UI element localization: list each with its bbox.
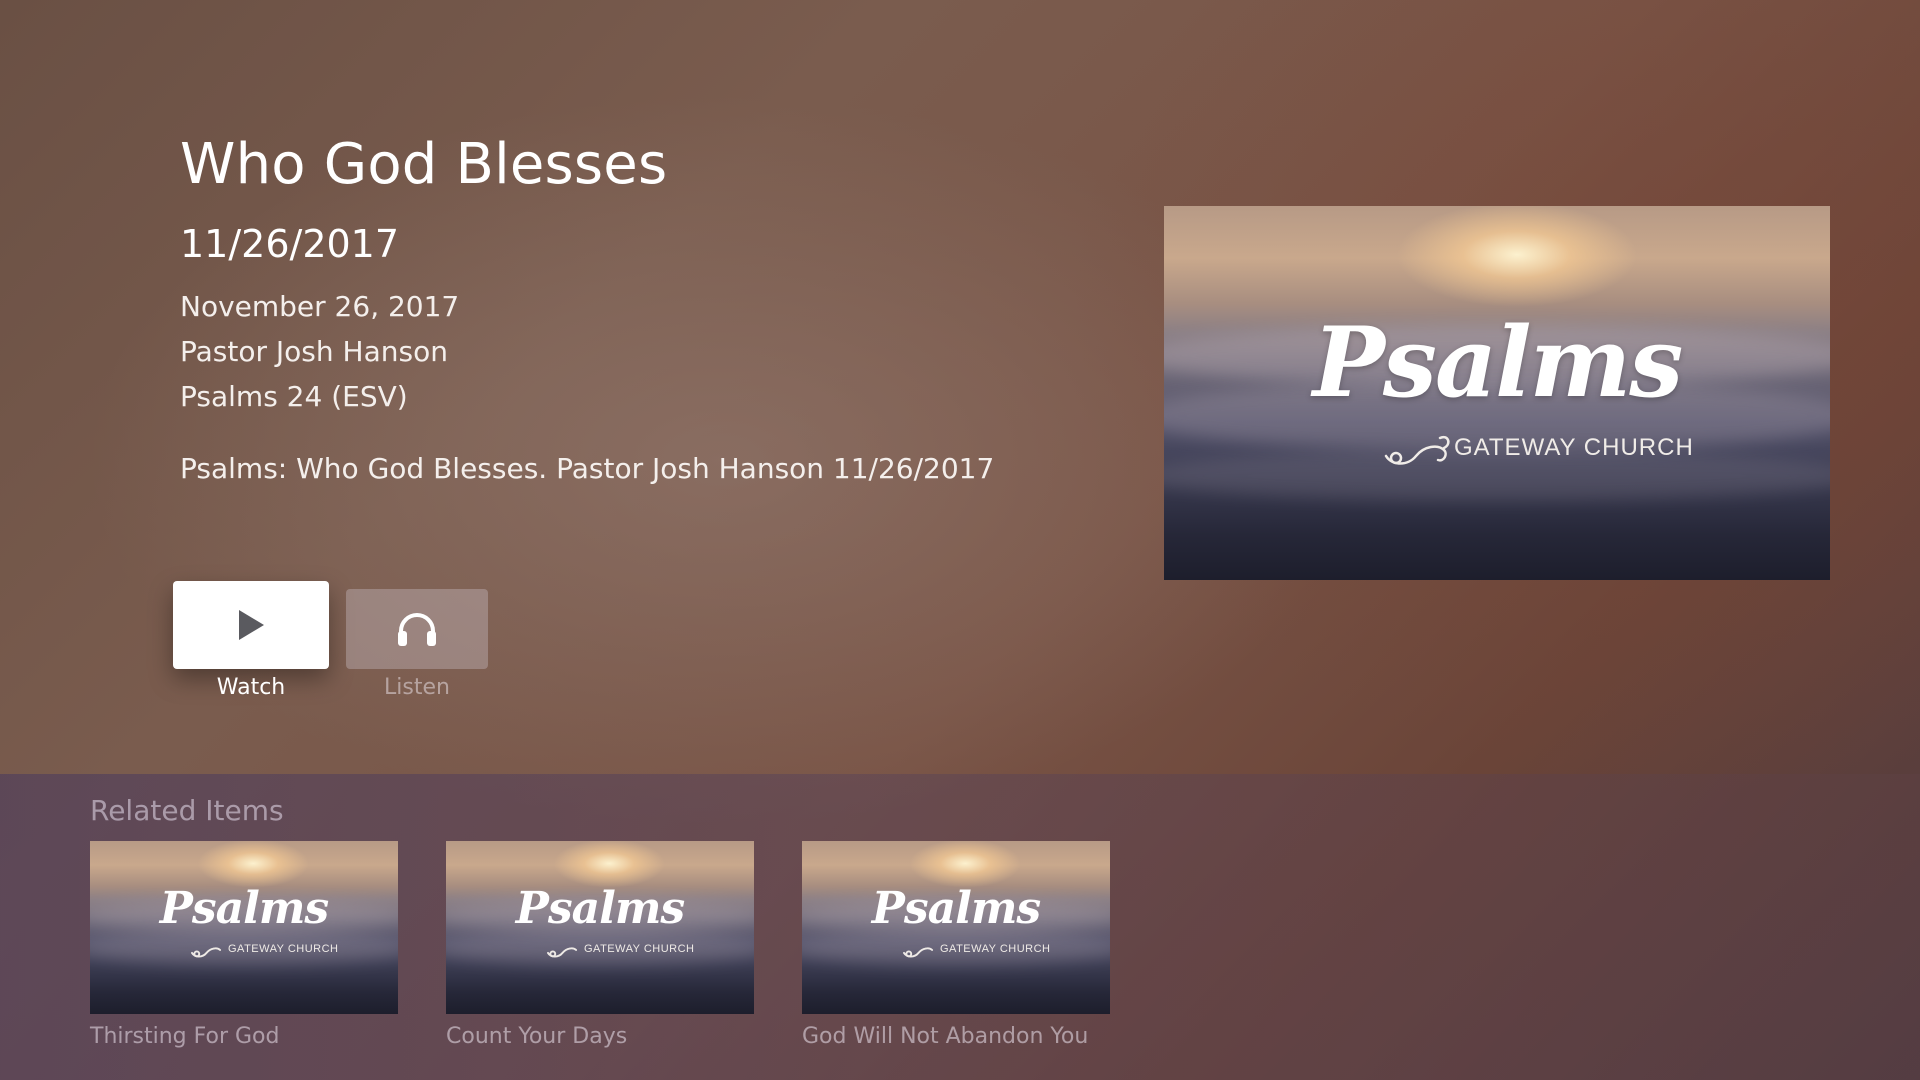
church-logo-text: GATEWAY CHURCH <box>940 943 1051 955</box>
related-items-heading: Related Items <box>90 794 284 827</box>
sermon-detail-screen: Who God Blesses 11/26/2017 November 26, … <box>0 0 1920 1080</box>
flourish-icon <box>1382 432 1452 477</box>
church-logo-text: GATEWAY CHURCH <box>584 943 695 955</box>
church-logo-text: GATEWAY CHURCH <box>1454 434 1694 461</box>
series-logo-text: Psalms <box>159 883 329 934</box>
flourish-icon <box>902 941 936 963</box>
sermon-speaker: Pastor Josh Hanson <box>180 335 448 368</box>
play-icon <box>239 610 264 640</box>
related-item-thumbnail[interactable]: Psalms GATEWAY CHURCH <box>446 841 754 1014</box>
sermon-artwork: Psalms GATEWAY CHURCH <box>1164 206 1830 580</box>
sermon-description: Psalms: Who God Blesses. Pastor Josh Han… <box>180 452 995 485</box>
related-item-thumbnail[interactable]: Psalms GATEWAY CHURCH <box>802 841 1110 1014</box>
flourish-icon <box>190 941 224 963</box>
flourish-icon <box>546 941 580 963</box>
listen-button-label: Listen <box>384 675 450 700</box>
watch-button[interactable] <box>173 581 329 669</box>
sermon-scripture: Psalms 24 (ESV) <box>180 380 408 413</box>
related-item-title[interactable]: Count Your Days <box>446 1024 627 1049</box>
listen-button[interactable] <box>346 589 488 669</box>
sermon-date-long: November 26, 2017 <box>180 290 460 323</box>
sermon-date-short: 11/26/2017 <box>180 222 400 266</box>
related-item-title[interactable]: God Will Not Abandon You <box>802 1024 1088 1049</box>
related-item-thumbnail[interactable]: Psalms GATEWAY CHURCH <box>90 841 398 1014</box>
related-item-title[interactable]: Thirsting For God <box>90 1024 279 1049</box>
church-logo-text: GATEWAY CHURCH <box>228 943 339 955</box>
series-logo-text: Psalms <box>1312 306 1684 419</box>
sermon-title: Who God Blesses <box>180 132 668 197</box>
series-logo-text: Psalms <box>515 883 685 934</box>
watch-button-label: Watch <box>216 675 286 700</box>
headphones-icon <box>398 613 436 646</box>
series-logo-text: Psalms <box>871 883 1041 934</box>
